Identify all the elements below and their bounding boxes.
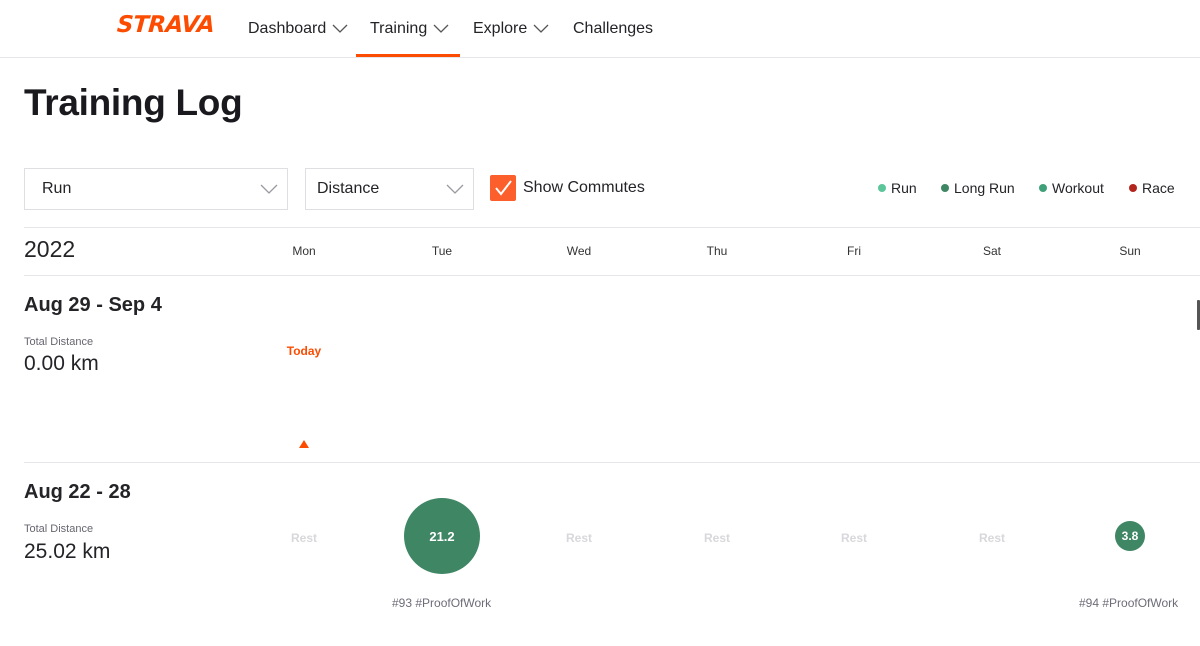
chevron-down-icon — [446, 184, 464, 194]
total-distance-value: 25.02 km — [24, 540, 111, 563]
legend-label: Run — [891, 180, 917, 196]
total-distance-label: Total Distance — [24, 336, 94, 348]
divider — [24, 227, 1200, 228]
legend-long-run: Long Run — [941, 180, 1015, 196]
activity-bubble-sun[interactable]: 3.8 — [1115, 521, 1145, 551]
legend-label: Race — [1142, 180, 1175, 196]
nav-dashboard[interactable]: Dashboard — [248, 0, 348, 58]
legend-dot — [878, 184, 886, 192]
activity-tag-sun[interactable]: #94 #ProofOfWork — [1079, 596, 1178, 610]
nav-training[interactable]: Training — [370, 0, 449, 58]
show-commutes-toggle[interactable]: Show Commutes — [490, 175, 645, 201]
day-header-sun: Sun — [1119, 244, 1141, 258]
nav-challenges[interactable]: Challenges — [573, 0, 653, 58]
top-navigation: STRAVA Dashboard Training Explore Challe… — [0, 0, 1200, 58]
nav-explore-label: Explore — [473, 20, 528, 37]
today-label: Today — [286, 344, 322, 358]
chevron-down-icon — [533, 24, 549, 33]
legend-run: Run — [878, 180, 917, 196]
day-header-tue: Tue — [431, 244, 453, 258]
activity-distance: 3.8 — [1121, 529, 1139, 543]
metric-select[interactable]: Distance — [305, 168, 474, 210]
day-header-thu: Thu — [706, 244, 728, 258]
legend-label: Long Run — [954, 180, 1015, 196]
show-commutes-label: Show Commutes — [523, 179, 645, 196]
legend-workout: Workout — [1039, 180, 1104, 196]
chevron-down-icon — [433, 24, 449, 33]
total-distance-label: Total Distance — [24, 523, 94, 535]
rest-day-thu: Rest — [703, 531, 730, 545]
page-title: Training Log — [24, 82, 243, 123]
legend-race: Race — [1129, 180, 1175, 196]
nav-challenges-label: Challenges — [573, 20, 654, 37]
chevron-down-icon — [332, 24, 348, 33]
rest-day-sat: Rest — [978, 531, 1005, 545]
divider — [24, 462, 1200, 463]
nav-training-label: Training — [370, 20, 428, 37]
nav-dashboard-label: Dashboard — [248, 20, 327, 37]
legend-dot — [1129, 184, 1137, 192]
today-marker-icon — [299, 440, 309, 448]
activity-bubble-tue[interactable]: 21.2 — [404, 498, 480, 574]
calendar-year: 2022 — [24, 236, 76, 262]
legend-dot — [1039, 184, 1047, 192]
day-header-mon: Mon — [292, 244, 316, 258]
activity-distance: 21.2 — [429, 528, 455, 544]
week-range: Aug 22 - 28 — [24, 481, 131, 503]
metric-select-value: Distance — [317, 180, 380, 197]
legend-label: Workout — [1052, 180, 1104, 196]
rest-day-mon: Rest — [290, 531, 317, 545]
show-commutes-checkbox[interactable] — [490, 175, 516, 201]
sport-select[interactable]: Run — [24, 168, 288, 210]
divider — [24, 275, 1200, 276]
day-header-wed: Wed — [566, 244, 592, 258]
strava-logo[interactable]: STRAVA — [116, 12, 215, 38]
chevron-down-icon — [260, 184, 278, 194]
rest-day-fri: Rest — [840, 531, 867, 545]
total-distance-value: 0.00 km — [24, 352, 99, 375]
rest-day-wed: Rest — [565, 531, 592, 545]
legend-dot — [941, 184, 949, 192]
checkmark-icon — [495, 180, 512, 196]
day-header-sat: Sat — [982, 244, 1001, 258]
week-range: Aug 29 - Sep 4 — [24, 294, 162, 316]
sport-select-value: Run — [42, 180, 72, 197]
activity-tag-tue[interactable]: #93 #ProofOfWork — [392, 596, 491, 610]
active-tab-indicator — [356, 54, 460, 57]
day-header-fri: Fri — [847, 244, 861, 258]
nav-explore[interactable]: Explore — [473, 0, 549, 58]
